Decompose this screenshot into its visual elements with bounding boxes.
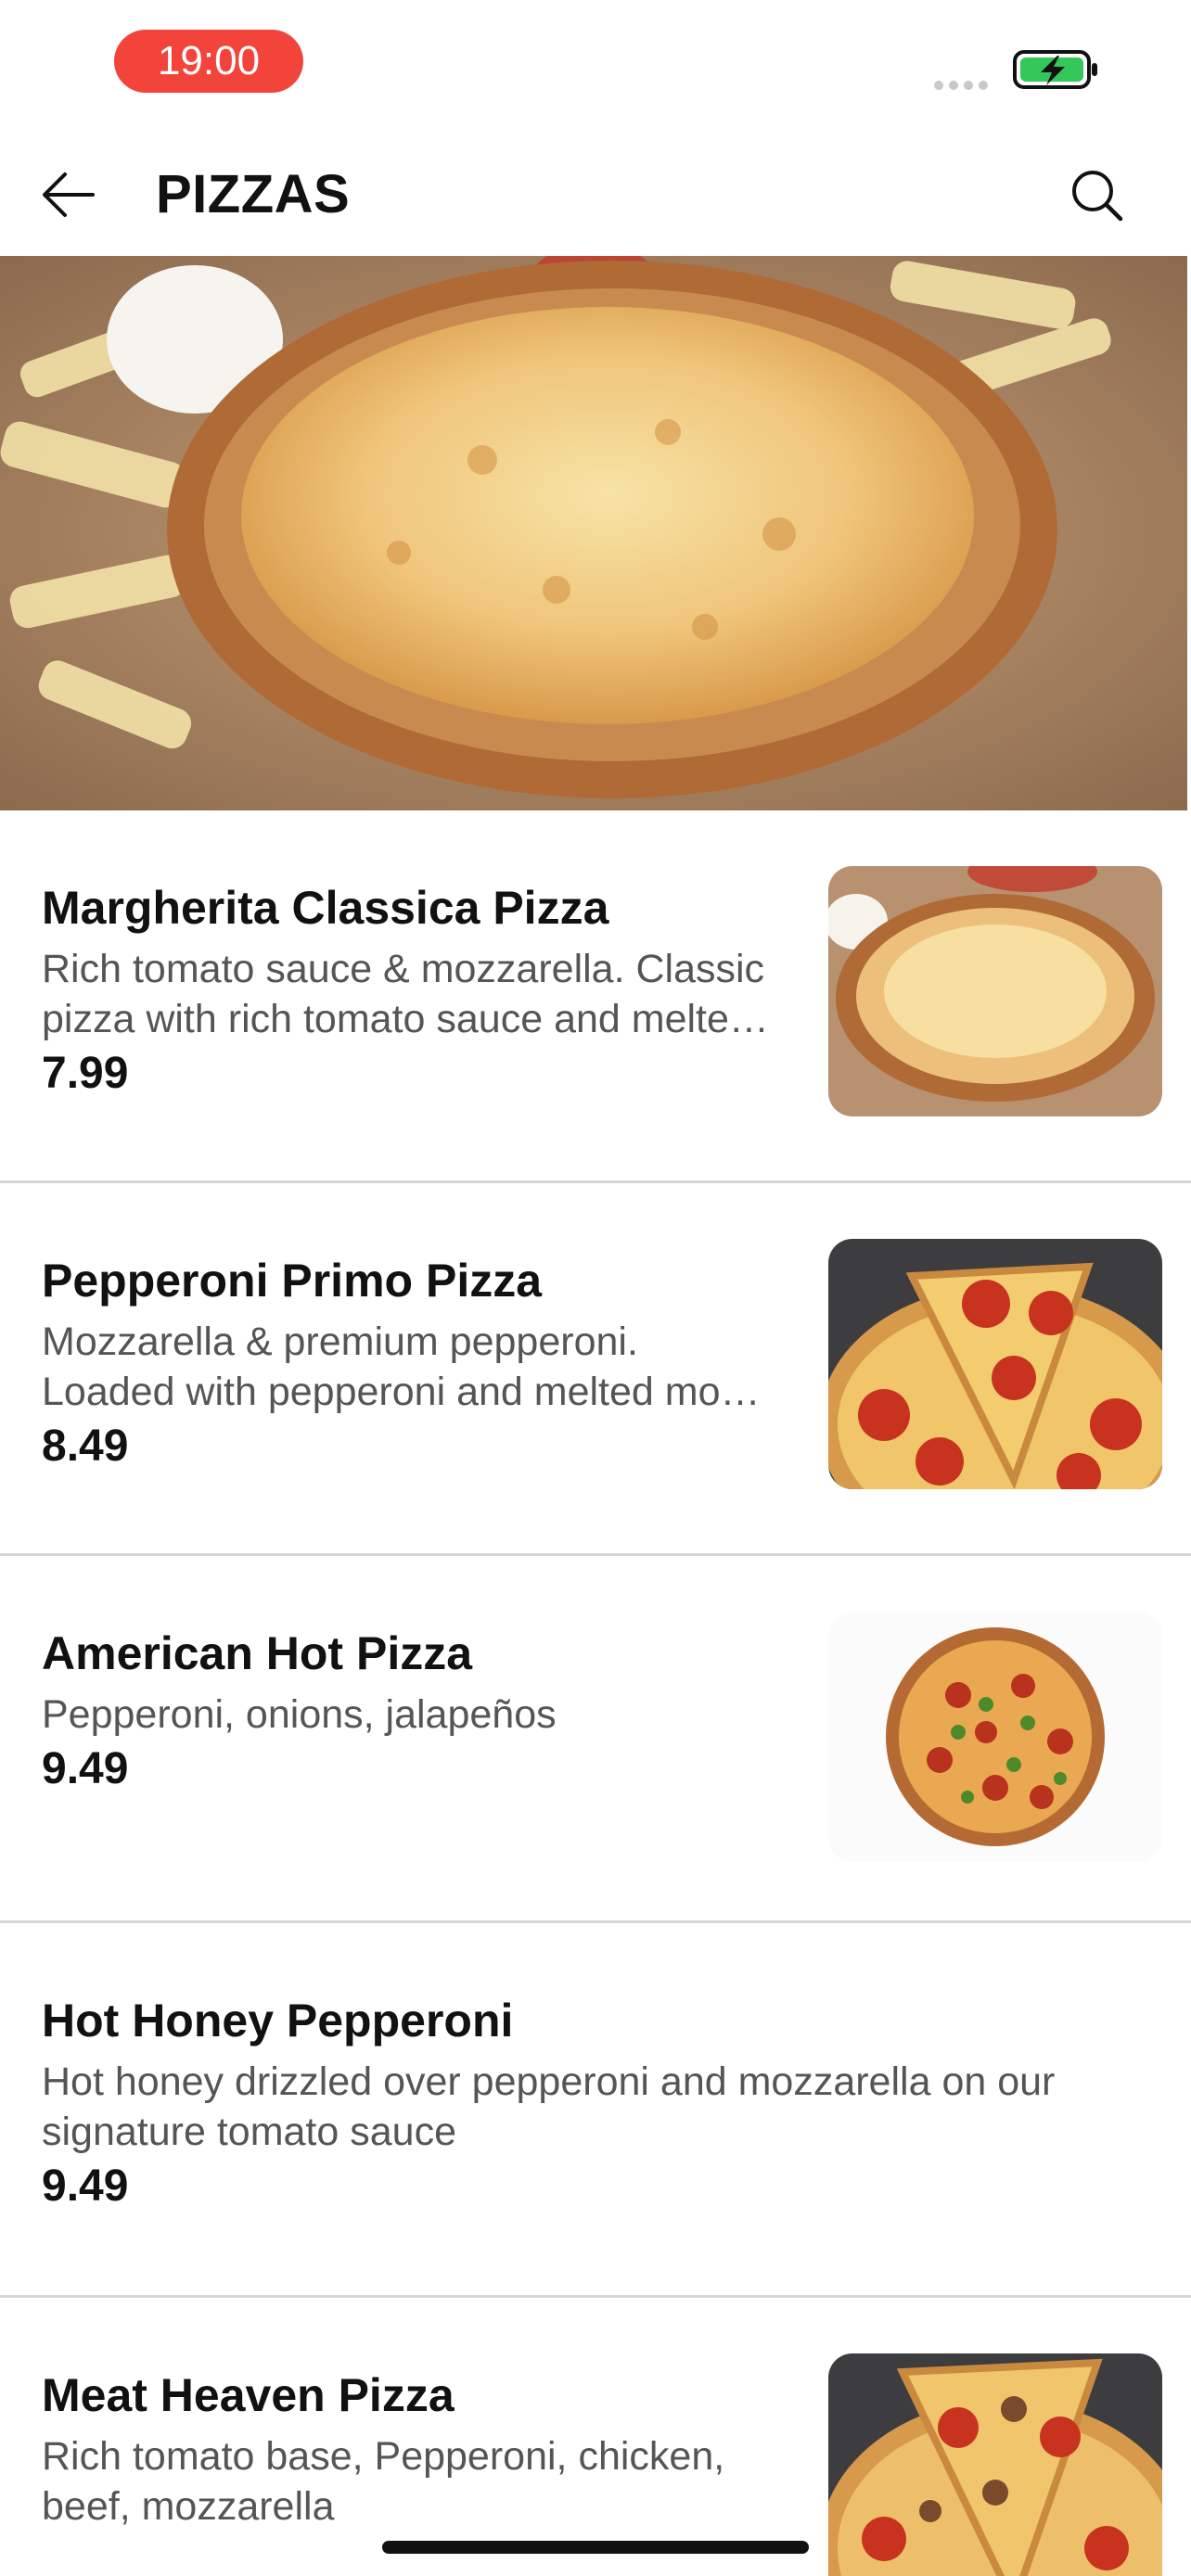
- home-indicator[interactable]: [382, 2541, 809, 2554]
- item-description: Hot honey drizzled over pepperoni and mo…: [42, 2060, 1056, 2104]
- nav-header: PIZZAS: [0, 139, 1191, 250]
- item-name: Margherita Classica Pizza: [42, 882, 609, 934]
- list-item[interactable]: Meat Heaven Pizza Rich tomato base, Pepp…: [0, 2298, 1191, 2576]
- search-icon: [1072, 171, 1123, 222]
- list-item[interactable]: Pepperoni Primo Pizza Mozzarella & premi…: [0, 1183, 1191, 1556]
- back-button[interactable]: [37, 167, 102, 223]
- item-description: Rich tomato base, Pepperoni, chicken,: [42, 2434, 725, 2479]
- hero-image: [0, 256, 1187, 810]
- item-description: Loaded with pepperoni and melted mo…: [42, 1370, 761, 1414]
- item-name: American Hot Pizza: [42, 1627, 473, 1679]
- item-price: 7.99: [42, 1049, 129, 1098]
- search-button[interactable]: [1067, 165, 1128, 226]
- list-item[interactable]: Hot Honey Pepperoni Hot honey drizzled o…: [0, 1923, 1191, 2298]
- status-time: 19:00: [114, 30, 303, 93]
- arrow-left-icon: [43, 172, 95, 217]
- signal-icon: [934, 78, 997, 91]
- page-title: PIZZAS: [156, 164, 351, 224]
- item-name: Meat Heaven Pizza: [42, 2369, 455, 2421]
- item-price: 9.49: [42, 2162, 129, 2211]
- list-item[interactable]: American Hot Pizza Pepperoni, onions, ja…: [0, 1556, 1191, 1923]
- item-description: pizza with rich tomato sauce and melte…: [42, 997, 769, 1041]
- item-name: Pepperoni Primo Pizza: [42, 1255, 543, 1307]
- item-description: Mozzarella & premium pepperoni.: [42, 1320, 638, 1364]
- item-description: Pepperoni, onions, jalapeños: [42, 1692, 557, 1737]
- list-item[interactable]: Margherita Classica Pizza Rich tomato sa…: [0, 810, 1191, 1183]
- item-description: Rich tomato sauce & mozzarella. Classic: [42, 947, 765, 991]
- item-image: [828, 866, 1162, 1116]
- item-image: [828, 1612, 1162, 1862]
- item-description: signature tomato sauce: [42, 2110, 456, 2154]
- item-name: Hot Honey Pepperoni: [42, 1995, 514, 2047]
- item-price: 9.49: [42, 1744, 129, 1793]
- battery-charging-icon: [1013, 48, 1100, 91]
- item-description: beef, mozzarella: [42, 2484, 335, 2529]
- status-bar: 19:00: [0, 0, 1191, 130]
- item-image: [828, 1239, 1162, 1489]
- item-image: [828, 2353, 1162, 2576]
- item-price: 8.49: [42, 1422, 129, 1471]
